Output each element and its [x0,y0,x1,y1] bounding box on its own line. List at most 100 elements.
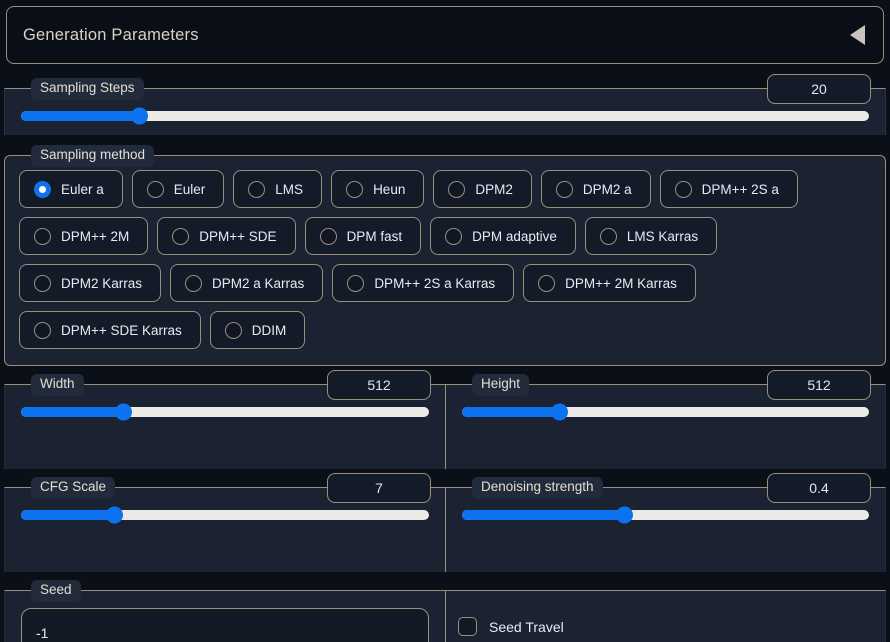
slider-thumb[interactable] [131,107,149,125]
sampling-method-option-label: DPM++ SDE [199,228,277,244]
height-section: Height 512 [445,370,886,469]
sampling-method-option-label: LMS [275,181,304,197]
seed-row: Seed -1 Seed Travel [4,580,886,642]
page-title: Generation Parameters [23,25,199,44]
sampling-method-row: DPM2 Karras DPM2 a Karras DPM++ 2S a Karra… [19,264,871,302]
cfg-scale-slider[interactable] [21,506,429,524]
sampling-method-option-label: DPM2 Karras [61,275,143,291]
sampling-steps-label: Sampling Steps [31,78,144,100]
radio-icon [185,274,203,292]
radio-icon [674,180,692,198]
denoising-strength-slider[interactable] [462,506,869,524]
sampling-method-options: Euler a Euler LMS Heun DPM2 DPM2 a DPM++ 2S a D… [19,170,871,349]
height-value-input[interactable]: 512 [767,370,871,400]
sampling-method-option-dpm2-a-karras[interactable]: DPM2 a Karras [170,264,324,302]
slider-fill [21,407,123,417]
slider-thumb[interactable] [106,506,124,524]
sampling-method-option-label: DPM++ 2S a Karras [374,275,496,291]
sampling-method-row: Euler a Euler LMS Heun DPM2 DPM2 a DPM++ 2S a [19,170,871,208]
radio-icon [448,180,466,198]
slider-thumb[interactable] [114,403,132,421]
radio-icon [34,180,51,198]
radio-icon [319,227,337,245]
slider-thumb[interactable] [616,506,634,524]
height-label: Height [472,374,530,396]
sampling-method-option-label: Euler a [61,181,104,197]
sampling-method-option-label: DPM2 a [582,181,632,197]
radio-icon [555,180,573,198]
seed-label: Seed [31,580,81,602]
width-section: Width 512 [4,370,445,469]
sampling-method-option-ddim[interactable]: DDIM [209,311,306,349]
cfg-scale-label: CFG Scale [31,477,116,499]
radio-icon [445,227,463,245]
height-slider[interactable] [462,403,869,421]
sampling-method-option-label: DPM adaptive [472,228,557,244]
slider-fill [21,111,140,121]
panel-header[interactable]: Generation Parameters [6,6,884,64]
sampling-steps-value-input[interactable]: 20 [767,74,871,104]
cfg-scale-section: CFG Scale 7 [4,473,445,572]
sampling-method-option-label: DDIM [251,322,287,338]
sampling-method-option-lms[interactable]: LMS [233,170,323,208]
sampling-method-option-dpm-sde[interactable]: DPM++ SDE [157,217,296,255]
sampling-method-label: Sampling method [31,145,155,167]
sampling-method-option-label: Euler [173,181,206,197]
sampling-method-option-dpm-fast[interactable]: DPM fast [304,217,422,255]
radio-icon [146,180,164,198]
sampling-method-option-label: DPM++ SDE Karras [61,322,182,338]
seed-travel-label: Seed Travel [489,618,564,635]
sampling-method-option-dpm-2s-a[interactable]: DPM++ 2S a [659,170,798,208]
radio-icon [34,321,51,339]
slider-fill [462,407,560,417]
sampling-method-option-dpm-2m[interactable]: DPM++ 2M [19,217,149,255]
radio-icon [248,180,266,198]
sampling-method-option-dpm2[interactable]: DPM2 [433,170,532,208]
sampling-steps-slider[interactable] [21,107,869,125]
sampling-method-row: DPM++ SDE Karras DDIM [19,311,871,349]
slider-thumb[interactable] [551,403,569,421]
width-slider[interactable] [21,403,429,421]
radio-icon [347,274,365,292]
sampling-method-option-label: LMS Karras [626,228,699,244]
denoising-strength-section: Denoising strength 0.4 [445,473,886,572]
sampling-method-option-dpm-2s-a-karras[interactable]: DPM++ 2S a Karras [332,264,515,302]
slider-fill [21,510,115,520]
sampling-method-option-label: Heun [373,181,406,197]
triangle-left-icon[interactable] [850,25,865,45]
width-value-input[interactable]: 512 [327,370,431,400]
radio-icon [34,274,51,292]
sampling-method-section: Sampling method Euler a Euler LMS Heun DPM2 D… [4,145,886,366]
sampling-method-option-lms-karras[interactable]: LMS Karras [584,217,718,255]
seed-section: Seed -1 [4,580,445,642]
denoising-strength-value-input[interactable]: 0.4 [767,473,871,503]
radio-icon [34,227,51,245]
generation-parameters-panel: Generation Parameters Sampling Steps 20 … [0,0,890,642]
sampling-steps-section: Sampling Steps 20 [4,74,886,135]
checkbox-icon[interactable] [458,617,477,636]
sampling-method-option-label: DPM++ 2M [61,228,130,244]
seed-travel-checkbox[interactable]: Seed Travel [458,617,885,636]
sampling-method-option-dpm2-a[interactable]: DPM2 a [540,170,651,208]
sampling-method-option-euler[interactable]: Euler [131,170,225,208]
slider-fill [462,510,625,520]
sampling-method-option-euler-a[interactable]: Euler a [19,170,123,208]
sampling-method-option-dpm2-karras[interactable]: DPM2 Karras [19,264,162,302]
radio-icon [346,180,364,198]
radio-icon [538,274,556,292]
sampling-method-option-dpm-sde-karras[interactable]: DPM++ SDE Karras [19,311,201,349]
seed-travel-section: Seed Travel [445,590,886,642]
radio-icon [224,321,242,339]
sampling-method-row: DPM++ 2M DPM++ SDE DPM fast DPM adaptive LMS… [19,217,871,255]
denoising-strength-label: Denoising strength [472,477,603,499]
width-label: Width [31,374,84,396]
sampling-method-option-heun[interactable]: Heun [331,170,425,208]
cfg-scale-value-input[interactable]: 7 [327,473,431,503]
dimensions-row: Width 512 Height 512 [4,370,886,469]
seed-input[interactable]: -1 [21,608,429,642]
sampling-method-option-label: DPM fast [346,228,403,244]
sampling-method-option-dpm-2m-karras[interactable]: DPM++ 2M Karras [523,264,696,302]
sampling-method-option-dpm-adaptive[interactable]: DPM adaptive [430,217,576,255]
radio-icon [599,227,617,245]
sampling-method-option-label: DPM2 [475,181,513,197]
